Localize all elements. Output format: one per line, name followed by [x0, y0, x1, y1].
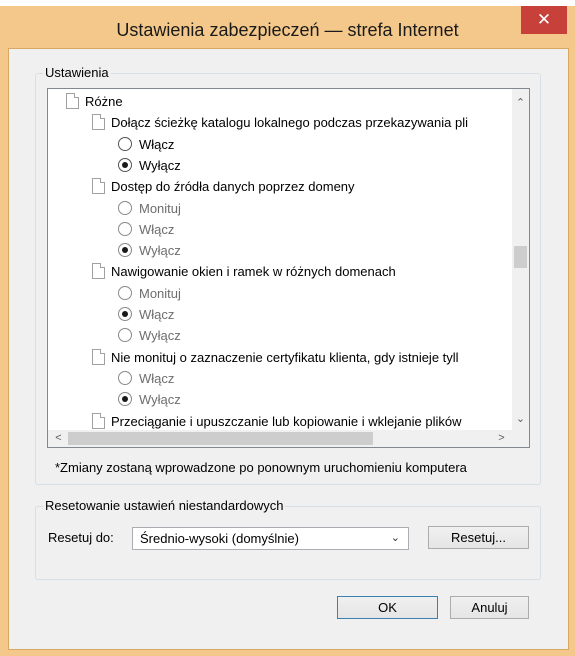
setting-text: Monituj: [139, 201, 181, 216]
radio-icon[interactable]: [118, 222, 132, 236]
close-icon: ✕: [536, 10, 552, 29]
cancel-button-label: Anuluj: [471, 600, 508, 615]
restart-note: *Zmiany zostaną wprowadzone po ponownym …: [55, 460, 467, 475]
radio-icon[interactable]: [118, 328, 132, 342]
setting-text: Monituj: [139, 286, 181, 301]
setting-text: Nie monituj o zaznaczenie certyfikatu kl…: [111, 350, 459, 365]
setting-text: Włącz: [139, 137, 175, 152]
document-icon: [66, 93, 79, 109]
cancel-button[interactable]: Anuluj: [450, 596, 529, 619]
radio-icon[interactable]: [118, 137, 132, 151]
setting-text: Dołącz ścieżkę katalogu lokalnego podcza…: [111, 115, 468, 130]
document-icon: [92, 178, 105, 194]
radio-icon[interactable]: [118, 371, 132, 385]
setting-text: Nawigowanie okien i ramek w różnych dome…: [111, 264, 396, 279]
radio-icon[interactable]: [118, 307, 132, 321]
settings-tree-content: Różne Dołącz ścieżkę katalogu lokalnego p…: [48, 89, 512, 430]
reset-button[interactable]: Resetuj...: [428, 526, 529, 549]
setting-option[interactable]: Wyłącz: [118, 326, 181, 346]
reset-to-label: Resetuj do:: [48, 530, 114, 545]
setting-item: Dostęp do źródła danych poprzez domeny: [92, 177, 355, 197]
setting-option[interactable]: Monituj: [118, 284, 181, 304]
reset-button-label: Resetuj...: [451, 530, 506, 545]
setting-option[interactable]: Włącz: [118, 220, 174, 240]
chevron-down-icon: ⌄: [390, 532, 400, 544]
setting-text: Wyłącz: [139, 392, 181, 407]
scroll-left-icon[interactable]: <: [50, 430, 67, 447]
document-icon: [92, 114, 105, 130]
radio-icon[interactable]: [118, 243, 132, 257]
setting-item: Dołącz ścieżkę katalogu lokalnego podcza…: [92, 113, 468, 133]
radio-icon[interactable]: [118, 201, 132, 215]
settings-category: Różne: [66, 92, 123, 112]
close-button[interactable]: ✕: [521, 6, 567, 34]
reset-level-value: Średnio-wysoki (domyślnie): [140, 531, 299, 546]
vertical-scroll-thumb[interactable]: [514, 246, 527, 268]
setting-option[interactable]: Włącz: [118, 369, 174, 389]
setting-option[interactable]: Wyłącz: [118, 241, 181, 261]
scroll-down-icon[interactable]: ⌄: [512, 411, 529, 428]
vertical-scrollbar[interactable]: ⌃ ⌄: [512, 89, 529, 430]
setting-item: Nie monituj o zaznaczenie certyfikatu kl…: [92, 348, 459, 368]
setting-text: Różne: [85, 94, 123, 109]
document-icon: [92, 349, 105, 365]
setting-option[interactable]: Wyłącz: [118, 390, 181, 410]
setting-text: Wyłącz: [139, 243, 181, 258]
radio-icon[interactable]: [118, 392, 132, 406]
settings-tree[interactable]: Różne Dołącz ścieżkę katalogu lokalnego p…: [47, 88, 530, 448]
horizontal-scrollbar[interactable]: < >: [48, 430, 512, 447]
setting-option[interactable]: Włącz: [118, 135, 174, 155]
setting-option[interactable]: Włącz: [118, 305, 174, 325]
setting-item: Przeciąganie i upuszczanie lub kopiowani…: [92, 412, 461, 430]
window-title: Ustawienia zabezpieczeń — strefa Interne…: [116, 20, 459, 40]
scroll-right-icon[interactable]: >: [493, 430, 510, 447]
setting-text: Wyłącz: [139, 328, 181, 343]
reset-level-select[interactable]: Średnio-wysoki (domyślnie) ⌄: [132, 527, 409, 550]
setting-text: Wyłącz: [139, 158, 181, 173]
document-icon: [92, 413, 105, 429]
ok-button-label: OK: [378, 600, 397, 615]
radio-icon[interactable]: [118, 286, 132, 300]
settings-group-label: Ustawienia: [43, 65, 111, 80]
setting-text: Włącz: [139, 371, 175, 386]
setting-option[interactable]: Wyłącz: [118, 156, 181, 176]
reset-group-label: Resetowanie ustawień niestandardowych: [43, 498, 286, 513]
setting-text: Dostęp do źródła danych poprzez domeny: [111, 179, 355, 194]
horizontal-scroll-thumb[interactable]: [68, 432, 373, 445]
setting-text: Włącz: [139, 222, 175, 237]
ok-button[interactable]: OK: [337, 596, 438, 619]
title-bar[interactable]: Ustawienia zabezpieczeń — strefa Interne…: [0, 6, 575, 48]
dialog-window: Ustawienia zabezpieczeń — strefa Interne…: [0, 0, 575, 656]
setting-text: Przeciąganie i upuszczanie lub kopiowani…: [111, 414, 462, 429]
scroll-up-icon[interactable]: ⌃: [512, 95, 529, 112]
scrollbar-corner: [512, 430, 529, 447]
setting-item: Nawigowanie okien i ramek w różnych dome…: [92, 262, 396, 282]
setting-option[interactable]: Monituj: [118, 199, 181, 219]
radio-icon[interactable]: [118, 158, 132, 172]
document-icon: [92, 263, 105, 279]
setting-text: Włącz: [139, 307, 175, 322]
